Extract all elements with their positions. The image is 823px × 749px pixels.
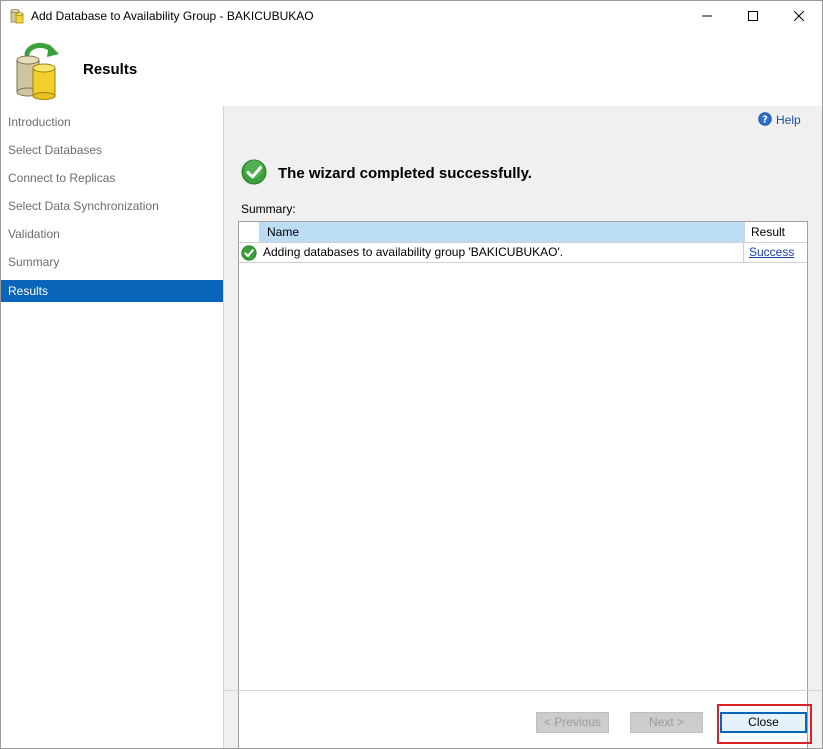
page-title: Results bbox=[83, 61, 138, 78]
database-sync-icon bbox=[13, 40, 61, 100]
svg-text:?: ? bbox=[762, 114, 768, 125]
window-title: Add Database to Availability Group - BAK… bbox=[31, 9, 314, 23]
column-header-status bbox=[239, 222, 260, 243]
wizard-header: Results bbox=[1, 31, 822, 106]
maximize-button[interactable] bbox=[730, 1, 776, 31]
success-check-icon bbox=[241, 159, 267, 185]
help-link[interactable]: ? Help bbox=[758, 111, 801, 129]
sidebar-item-introduction[interactable]: Introduction bbox=[1, 111, 223, 133]
wizard-steps-sidebar: Introduction Select Databases Connect to… bbox=[1, 106, 224, 748]
results-panel: ? Help The wizard completed successfully… bbox=[224, 106, 822, 748]
close-button-highlight bbox=[717, 704, 812, 744]
table-header: Name Result bbox=[239, 222, 807, 243]
table-row[interactable]: Adding databases to availability group '… bbox=[239, 243, 807, 263]
sidebar-item-summary[interactable]: Summary bbox=[1, 251, 223, 273]
sidebar-item-validation[interactable]: Validation bbox=[1, 223, 223, 245]
sidebar-item-results[interactable]: Results bbox=[1, 280, 223, 302]
app-database-icon bbox=[10, 8, 24, 24]
column-header-name[interactable]: Name bbox=[260, 222, 745, 243]
close-window-button[interactable] bbox=[776, 1, 822, 31]
footer-divider bbox=[224, 690, 822, 691]
help-label: Help bbox=[776, 113, 801, 127]
success-check-icon bbox=[241, 245, 257, 261]
row-name-cell: Adding databases to availability group '… bbox=[263, 243, 744, 262]
previous-button[interactable]: < Previous bbox=[536, 712, 609, 733]
minimize-button[interactable] bbox=[684, 1, 730, 31]
column-header-result[interactable]: Result bbox=[745, 222, 807, 243]
sidebar-item-select-data-synchronization[interactable]: Select Data Synchronization bbox=[1, 195, 223, 217]
title-bar[interactable]: Add Database to Availability Group - BAK… bbox=[1, 1, 822, 31]
summary-table[interactable]: Name Result Adding databases to availabi… bbox=[238, 221, 808, 748]
help-icon: ? bbox=[758, 111, 772, 129]
row-result-link[interactable]: Success bbox=[749, 243, 794, 262]
summary-label: Summary: bbox=[241, 202, 296, 216]
success-message: The wizard completed successfully. bbox=[278, 165, 532, 182]
sidebar-item-select-databases[interactable]: Select Databases bbox=[1, 139, 223, 161]
next-button[interactable]: Next > bbox=[630, 712, 703, 733]
wizard-window: Add Database to Availability Group - BAK… bbox=[0, 0, 823, 749]
sidebar-item-connect-to-replicas[interactable]: Connect to Replicas bbox=[1, 167, 223, 189]
